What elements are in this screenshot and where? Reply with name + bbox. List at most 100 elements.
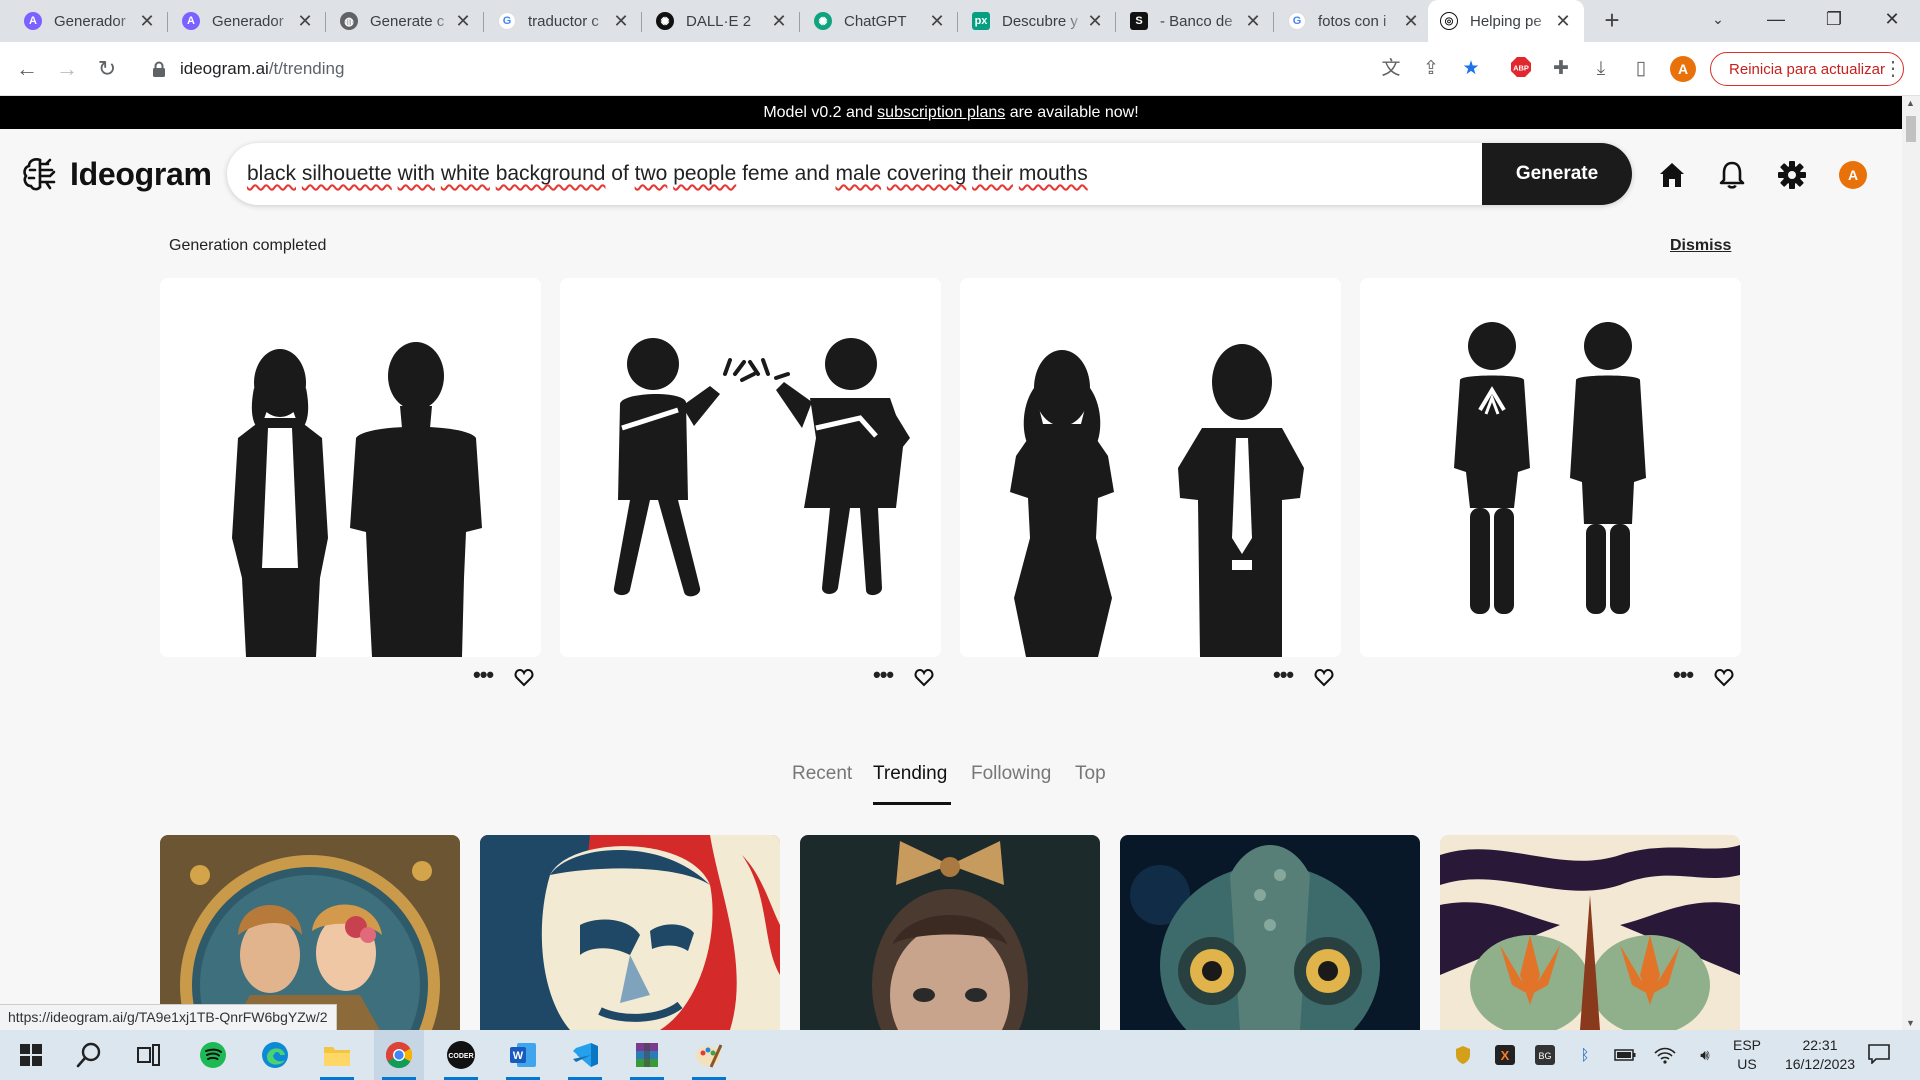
generated-image[interactable] (560, 278, 941, 657)
translate-icon[interactable]: 文 (1378, 56, 1404, 82)
volume-icon[interactable]: 🔊︎ (1694, 1044, 1716, 1066)
feed-image[interactable] (800, 835, 1100, 1030)
feed-image[interactable] (480, 835, 780, 1030)
winrar-icon[interactable] (622, 1030, 672, 1080)
dismiss-link[interactable]: Dismiss (1670, 237, 1731, 255)
generated-image[interactable] (960, 278, 1341, 657)
heart-icon[interactable] (914, 668, 934, 688)
prompt-text[interactable]: black silhouette with white background o… (247, 162, 1088, 186)
adblock-icon[interactable]: ABP (1508, 56, 1534, 82)
browser-tab[interactable]: G fotos con i ✕ (1276, 0, 1432, 42)
close-tab-icon[interactable]: ✕ (612, 11, 630, 32)
tab-recent[interactable]: Recent (792, 763, 852, 785)
extensions-puzzle-icon[interactable]: ✚ (1548, 56, 1574, 82)
chrome-menu-icon[interactable]: ⋮ (1880, 56, 1906, 82)
tab-top[interactable]: Top (1075, 763, 1106, 785)
close-tab-icon[interactable]: ✕ (1086, 11, 1104, 32)
start-icon[interactable] (6, 1030, 56, 1080)
page-scrollbar[interactable]: ▲ ▼ (1902, 96, 1920, 1030)
prompt-input[interactable]: black silhouette with white background o… (227, 143, 1632, 205)
ideogram-logo[interactable]: Ideogram (20, 154, 212, 194)
keyboard-language[interactable]: ESP US (1733, 1036, 1761, 1074)
browser-tab[interactable]: px Descubre y ✕ (960, 0, 1116, 42)
more-options-icon[interactable]: ••• (473, 664, 494, 686)
image-stick-figures (560, 278, 941, 657)
close-tab-icon[interactable]: ✕ (1554, 11, 1572, 32)
edge-icon[interactable] (250, 1030, 300, 1080)
profile-avatar[interactable]: A (1670, 56, 1696, 82)
window-close-icon[interactable]: ✕ (1864, 0, 1920, 42)
more-options-icon[interactable]: ••• (1673, 664, 1694, 686)
paint-icon[interactable] (684, 1030, 734, 1080)
file-explorer-icon[interactable] (312, 1030, 362, 1080)
coder-icon[interactable]: CODER (436, 1030, 486, 1080)
restore-icon[interactable]: ❐ (1806, 0, 1862, 42)
tab-search-chevron-icon[interactable]: ⌄ (1690, 0, 1746, 42)
feed-image[interactable] (1440, 835, 1740, 1030)
share-icon[interactable]: ⇪ (1418, 56, 1444, 82)
lock-icon (152, 61, 166, 77)
browser-tab[interactable]: ◍ Generate c ✕ (328, 0, 484, 42)
close-tab-icon[interactable]: ✕ (928, 11, 946, 32)
search-icon[interactable] (64, 1030, 114, 1080)
browser-tab[interactable]: S - Banco de ✕ (1118, 0, 1274, 42)
heart-icon[interactable] (1714, 668, 1734, 688)
tab-trending[interactable]: Trending (873, 763, 947, 785)
feed-image[interactable] (1120, 835, 1420, 1030)
address-bar[interactable]: ideogram.ai/t/trending (140, 49, 1440, 89)
subscription-plans-link[interactable]: subscription plans (877, 104, 1005, 121)
close-tab-icon[interactable]: ✕ (138, 11, 156, 32)
browser-tab[interactable]: A Generador ✕ (170, 0, 326, 42)
user-avatar[interactable]: A (1839, 161, 1867, 189)
browser-tab[interactable]: G traductor c ✕ (486, 0, 642, 42)
notifications-bell-icon[interactable] (1716, 159, 1748, 191)
side-panel-icon[interactable]: ▯ (1628, 56, 1654, 82)
bookmark-star-icon[interactable]: ★ (1458, 56, 1484, 82)
heart-icon[interactable] (514, 668, 534, 688)
chrome-icon[interactable] (374, 1030, 424, 1080)
spotify-icon[interactable] (188, 1030, 238, 1080)
defender-shield-icon[interactable] (1452, 1044, 1474, 1066)
tab-following[interactable]: Following (971, 763, 1051, 785)
back-icon[interactable]: ← (12, 54, 42, 84)
home-icon[interactable] (1656, 159, 1688, 191)
close-tab-icon[interactable]: ✕ (1244, 11, 1262, 32)
task-view-icon[interactable] (124, 1030, 174, 1080)
generated-image[interactable] (160, 278, 541, 657)
new-tab-button[interactable]: + (1597, 6, 1627, 36)
generate-button[interactable]: Generate (1482, 143, 1632, 205)
word-icon[interactable]: W (498, 1030, 548, 1080)
notifications-icon[interactable] (1868, 1043, 1890, 1065)
forward-icon[interactable]: → (52, 54, 82, 84)
reload-icon[interactable]: ↻ (92, 54, 122, 84)
system-clock[interactable]: 22:31 16/12/2023 (1770, 1036, 1870, 1074)
close-tab-icon[interactable]: ✕ (770, 11, 788, 32)
scrollbar-thumb[interactable] (1906, 116, 1916, 142)
generated-image[interactable] (1360, 278, 1741, 657)
close-tab-icon[interactable]: ✕ (1402, 11, 1420, 32)
settings-gear-icon[interactable] (1776, 159, 1808, 191)
tray-app-icon[interactable]: BG (1534, 1044, 1556, 1066)
url-path: /t/trending (268, 59, 345, 78)
minimize-icon[interactable]: — (1748, 0, 1804, 42)
close-tab-icon[interactable]: ✕ (296, 11, 314, 32)
image-poster-portrait (480, 835, 780, 1030)
scroll-up-icon[interactable]: ▲ (1906, 98, 1915, 108)
restart-to-update-button[interactable]: Reinicia para actualizar (1710, 52, 1904, 86)
more-options-icon[interactable]: ••• (873, 664, 894, 686)
more-options-icon[interactable]: ••• (1273, 664, 1294, 686)
browser-tab[interactable]: A Generador ✕ (12, 0, 168, 42)
scroll-down-icon[interactable]: ▼ (1906, 1018, 1915, 1028)
feed-image[interactable] (160, 835, 460, 1030)
browser-tab[interactable]: ✺ ChatGPT ✕ (802, 0, 958, 42)
browser-tab-active[interactable]: ◎ Helping pe ✕ (1428, 0, 1584, 42)
download-icon[interactable]: ⤓ (1588, 56, 1614, 82)
browser-tab[interactable]: ✺ DALL·E 2 ✕ (644, 0, 800, 42)
xampp-icon[interactable]: X (1494, 1044, 1516, 1066)
wifi-icon[interactable] (1654, 1044, 1676, 1066)
close-tab-icon[interactable]: ✕ (454, 11, 472, 32)
battery-icon[interactable] (1614, 1044, 1636, 1066)
bluetooth-icon[interactable]: ᛒ (1574, 1044, 1596, 1066)
vscode-icon[interactable] (560, 1030, 610, 1080)
heart-icon[interactable] (1314, 668, 1334, 688)
